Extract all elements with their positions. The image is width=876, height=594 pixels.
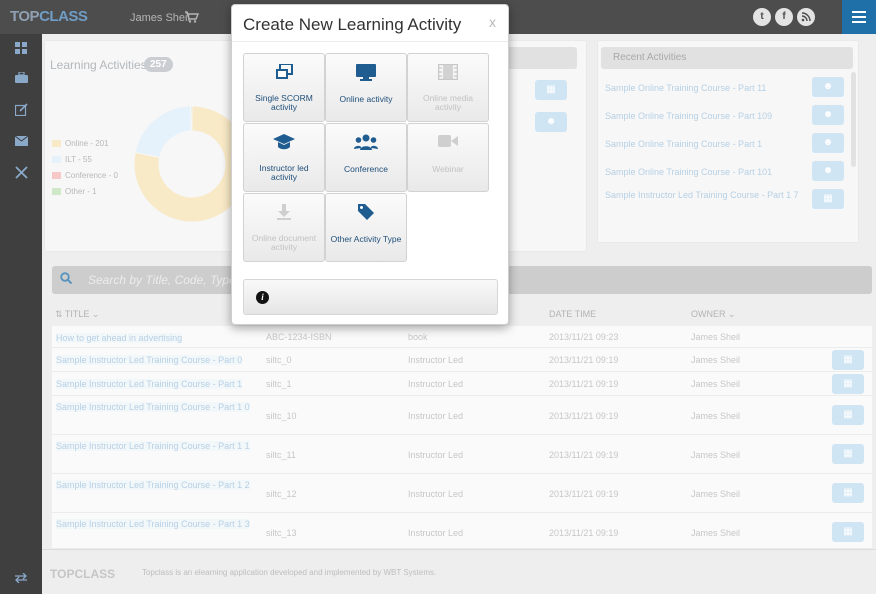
switch-icon[interactable] bbox=[13, 572, 29, 586]
twitter-icon[interactable]: t bbox=[753, 8, 771, 26]
dialog-title: Create New Learning Activity bbox=[243, 15, 462, 34]
user-name[interactable]: James Sheil bbox=[130, 12, 190, 24]
film-icon bbox=[408, 63, 488, 83]
cart-icon[interactable] bbox=[185, 11, 200, 26]
tile-other-activity[interactable]: Other Activity Type bbox=[325, 193, 407, 262]
tile-single-scorm[interactable]: Single SCORM activity bbox=[243, 53, 325, 122]
tile-conference[interactable]: Conference bbox=[325, 123, 407, 192]
tile-online-document[interactable]: Online document activity bbox=[243, 193, 325, 262]
close-button[interactable]: x bbox=[489, 14, 496, 30]
tile-online-activity[interactable]: Online activity bbox=[325, 53, 407, 122]
mail-icon[interactable] bbox=[13, 135, 29, 149]
rss-icon[interactable] bbox=[797, 8, 815, 26]
tile-instructor-led[interactable]: Instructor led activity bbox=[243, 123, 325, 192]
scorm-icon bbox=[244, 63, 324, 83]
footer-text: Topclass is an elearning application dev… bbox=[142, 568, 437, 577]
tools-icon[interactable] bbox=[13, 166, 29, 180]
facebook-icon[interactable]: f bbox=[775, 8, 793, 26]
footer: TOPCLASS Topclass is an elearning applic… bbox=[42, 549, 876, 594]
create-activity-dialog: Create New Learning Activity x Single SC… bbox=[231, 4, 509, 325]
briefcase-icon[interactable] bbox=[13, 71, 29, 86]
divider bbox=[232, 41, 508, 42]
group-icon bbox=[326, 134, 406, 153]
download-icon bbox=[244, 204, 324, 223]
app-logo[interactable]: TOPCLASS bbox=[10, 8, 88, 25]
sidebar bbox=[0, 34, 42, 594]
info-icon[interactable]: i bbox=[256, 291, 269, 304]
video-camera-icon bbox=[408, 134, 488, 151]
dashboard-icon[interactable] bbox=[13, 42, 29, 56]
monitor-icon bbox=[326, 64, 406, 84]
edit-icon[interactable] bbox=[13, 103, 29, 117]
tile-webinar[interactable]: Webinar bbox=[407, 123, 489, 192]
tile-online-media[interactable]: Online media activity bbox=[407, 53, 489, 122]
graduation-cap-icon bbox=[244, 134, 324, 153]
menu-icon bbox=[852, 11, 866, 26]
menu-button[interactable] bbox=[842, 0, 876, 34]
tag-icon bbox=[326, 204, 406, 223]
footer-logo: TOPCLASS bbox=[50, 567, 116, 581]
info-bar: i bbox=[243, 279, 498, 315]
